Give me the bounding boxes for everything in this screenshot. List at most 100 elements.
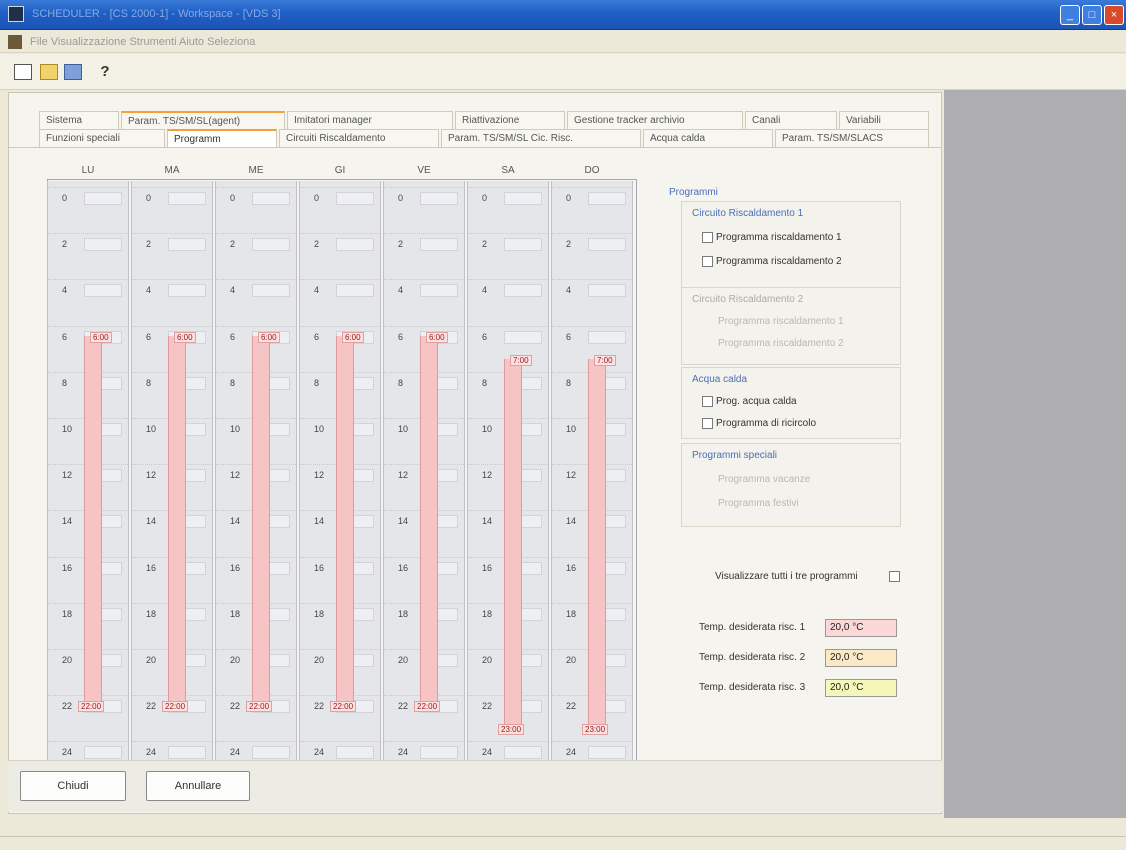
acqua-option-2[interactable]: Programma di ricircolo	[702, 418, 816, 429]
hour-slot[interactable]	[168, 192, 206, 205]
hour-row: 2	[216, 233, 296, 255]
desired-temp-field[interactable]: 20,0 °C	[825, 679, 897, 697]
circuit1-option-2[interactable]: Programma riscaldamento 2	[702, 256, 842, 267]
day-column[interactable]: 0 2 4 6 8 10 12 14 16 18 20 22 24 7:00 23:00	[467, 181, 549, 789]
checkbox-icon[interactable]	[702, 418, 713, 429]
hour-slot[interactable]	[504, 192, 542, 205]
hour-label: 2	[62, 239, 68, 250]
tab-circuiti-riscaldamento[interactable]: Circuiti Riscaldamento	[279, 129, 439, 147]
tab-canali[interactable]: Canali	[745, 111, 837, 129]
hour-label: 8	[230, 377, 236, 388]
hour-slot[interactable]	[420, 284, 458, 298]
time-range-bar[interactable]	[420, 335, 438, 706]
hour-label: 22	[230, 701, 241, 712]
tab-programm[interactable]: Programm	[167, 129, 277, 147]
hour-label: 8	[62, 377, 68, 388]
tab-param-acs[interactable]: Param. TS/SM/SLACS	[775, 129, 929, 147]
minimize-button[interactable]: _	[1060, 5, 1080, 25]
hour-slot[interactable]	[84, 746, 122, 760]
hour-slot[interactable]	[504, 746, 542, 760]
hour-label: 22	[314, 701, 325, 712]
time-range-bar[interactable]	[252, 335, 270, 706]
hour-label: 0	[146, 193, 152, 203]
hour-label: 4	[62, 285, 68, 296]
new-file-icon[interactable]	[14, 64, 32, 80]
open-folder-icon[interactable]	[40, 64, 58, 80]
hour-row: 6	[468, 325, 548, 348]
hour-label: 20	[482, 655, 493, 665]
hour-slot[interactable]	[588, 238, 626, 252]
hour-slot[interactable]	[168, 284, 206, 298]
hour-label: 12	[230, 470, 241, 481]
tab-funzioni-speciali[interactable]: Funzioni speciali	[39, 129, 165, 147]
hour-label: 4	[566, 285, 572, 296]
tab-param-cic-risc[interactable]: Param. TS/SM/SL Cic. Risc.	[441, 129, 641, 147]
hour-slot[interactable]	[84, 192, 122, 205]
hour-slot[interactable]	[336, 746, 374, 760]
hour-slot[interactable]	[84, 238, 122, 252]
hour-slot[interactable]	[336, 192, 374, 205]
desired-temp-label: Temp. desiderata risc. 3	[699, 682, 806, 693]
tab-param-agent[interactable]: Param. TS/SM/SL(agent)	[121, 111, 285, 129]
close-button[interactable]: Chiudi	[20, 771, 126, 801]
close-window-button[interactable]: ×	[1104, 5, 1124, 25]
help-icon[interactable]: ?	[96, 64, 114, 80]
hour-slot[interactable]	[336, 284, 374, 298]
tab-imitatori[interactable]: Imitatori manager	[287, 111, 453, 129]
day-column[interactable]: 0 2 4 6 8 10 12 14 16 18 20 22 24 6:00 22:00	[215, 181, 297, 789]
hour-slot[interactable]	[84, 284, 122, 298]
hour-slot[interactable]	[588, 330, 626, 344]
visualize-all-checkbox[interactable]	[889, 571, 900, 582]
hour-label: 0	[566, 193, 572, 203]
day-column[interactable]: 0 2 4 6 8 10 12 14 16 18 20 22 24 6:00 22:00	[47, 181, 129, 789]
time-range-bar[interactable]	[168, 335, 186, 706]
hour-slot[interactable]	[588, 192, 626, 205]
circuit1-option-1[interactable]: Programma riscaldamento 1	[702, 232, 842, 243]
hour-slot[interactable]	[252, 238, 290, 252]
time-range-bar[interactable]	[504, 358, 522, 729]
desired-temp-field[interactable]: 20,0 °C	[825, 619, 897, 637]
hour-slot[interactable]	[588, 746, 626, 760]
hour-label: 12	[566, 470, 577, 481]
hour-slot[interactable]	[504, 284, 542, 298]
hour-slot[interactable]	[420, 192, 458, 205]
hour-row: 4	[132, 279, 212, 301]
cancel-button[interactable]: Annullare	[146, 771, 250, 801]
menu-items[interactable]: File Visualizzazione Strumenti Aiuto Sel…	[30, 36, 255, 48]
hour-slot[interactable]	[336, 238, 374, 252]
hour-slot[interactable]	[252, 284, 290, 298]
tab-riattivazione[interactable]: Riattivazione	[455, 111, 565, 129]
time-range-bar[interactable]	[336, 335, 354, 706]
hour-slot[interactable]	[420, 746, 458, 760]
hour-label: 4	[314, 285, 320, 296]
day-column[interactable]: 0 2 4 6 8 10 12 14 16 18 20 22 24 6:00 22:00	[299, 181, 381, 789]
save-icon[interactable]	[64, 64, 82, 80]
maximize-button[interactable]: □	[1082, 5, 1102, 25]
checkbox-icon[interactable]	[702, 396, 713, 407]
hour-slot[interactable]	[168, 238, 206, 252]
hour-label: 18	[62, 608, 73, 619]
desired-temp-field[interactable]: 20,0 °C	[825, 649, 897, 667]
checkbox-icon[interactable]	[702, 232, 713, 243]
hour-slot[interactable]	[252, 746, 290, 760]
tab-acqua-calda[interactable]: Acqua calda	[643, 129, 773, 147]
range-end-label: 22:00	[78, 701, 105, 713]
time-range-bar[interactable]	[84, 335, 102, 706]
day-column[interactable]: 0 2 4 6 8 10 12 14 16 18 20 22 24 7:00 23:00	[551, 181, 633, 789]
hour-slot[interactable]	[168, 746, 206, 760]
hour-slot[interactable]	[504, 330, 542, 344]
bottom-bar: Chiudi Annullare	[8, 760, 942, 812]
day-column[interactable]: 0 2 4 6 8 10 12 14 16 18 20 22 24 6:00 22:00	[131, 181, 213, 789]
tab-gestione-tracker[interactable]: Gestione tracker archivio	[567, 111, 743, 129]
time-range-bar[interactable]	[588, 358, 606, 729]
tab-sistema[interactable]: Sistema	[39, 111, 119, 129]
hour-slot[interactable]	[504, 238, 542, 252]
hour-slot[interactable]	[252, 192, 290, 205]
acqua-option-1[interactable]: Prog. acqua calda	[702, 396, 797, 407]
hour-label: 6	[62, 331, 68, 342]
checkbox-icon[interactable]	[702, 256, 713, 267]
hour-slot[interactable]	[420, 238, 458, 252]
tab-variabili[interactable]: Variabili	[839, 111, 929, 129]
day-column[interactable]: 0 2 4 6 8 10 12 14 16 18 20 22 24 6:00 22:00	[383, 181, 465, 789]
hour-slot[interactable]	[588, 284, 626, 298]
